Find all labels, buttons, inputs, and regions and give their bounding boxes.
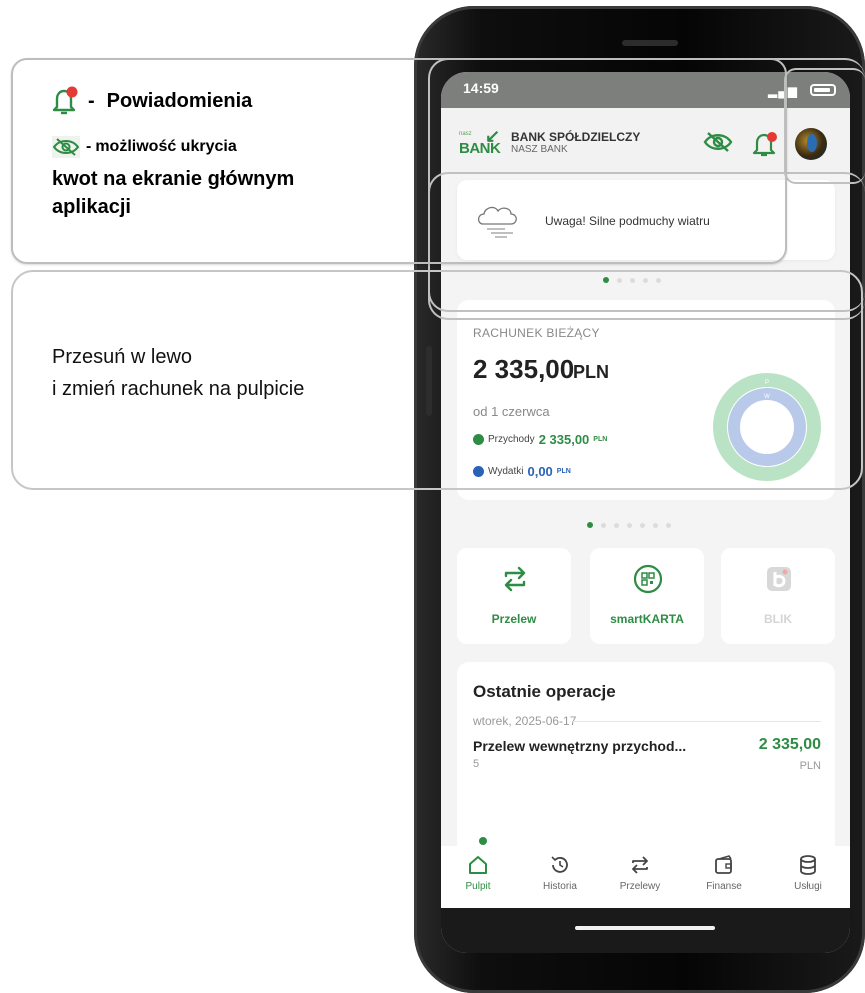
nav-uslugi[interactable]: Usługi xyxy=(773,854,843,892)
nav-label-finanse: Finanse xyxy=(706,881,742,892)
home-icon xyxy=(469,856,487,874)
transfer-tile[interactable]: Przelew xyxy=(457,548,571,644)
bottom-nav: Pulpit Historia Przelewy Finanse Usługi xyxy=(441,846,850,908)
operation-currency: PLN xyxy=(799,760,821,772)
nav-pulpit[interactable]: Pulpit xyxy=(443,854,513,892)
annotation-hide-line3: aplikacji xyxy=(52,196,131,218)
operation-amount: 2 335,00 xyxy=(758,736,821,753)
quick-actions: Przelew smartKARTA BLIK xyxy=(457,548,835,644)
speaker xyxy=(622,40,678,46)
transfer-icon xyxy=(632,856,648,874)
date-divider xyxy=(573,721,821,722)
annotation-hide-dash: - xyxy=(86,138,92,155)
account-pager xyxy=(587,520,671,530)
annotation-notifications: - Powiadomienia xyxy=(52,86,252,116)
history-icon xyxy=(551,856,568,873)
annotation-swipe-line2: i zmień rachunek na pulpicie xyxy=(52,378,305,400)
qr-icon xyxy=(633,564,663,594)
blik-tile-label: BLIK xyxy=(764,612,792,626)
annotation-hide-label: możliwość ukrycia xyxy=(95,138,237,155)
transfer-icon xyxy=(504,566,526,592)
home-indicator-area xyxy=(441,908,850,953)
wallet-icon xyxy=(715,855,732,874)
annotation-hide-line2: kwot na ekranie głównym xyxy=(52,168,295,190)
blik-tile[interactable]: BLIK xyxy=(721,548,835,644)
smartkarta-tile-label: smartKARTA xyxy=(610,612,684,626)
home-indicator[interactable] xyxy=(575,926,715,930)
operation-date: wtorek, 2025-06-17 xyxy=(473,714,577,728)
operation-title[interactable]: Przelew wewnętrzny przychod... xyxy=(473,738,686,754)
scroll-indicator xyxy=(479,837,487,845)
nav-finanse[interactable]: Finanse xyxy=(689,854,759,892)
smartkarta-tile[interactable]: smartKARTA xyxy=(590,548,704,644)
transfer-tile-label: Przelew xyxy=(491,612,537,626)
operation-subtitle: 5 xyxy=(473,758,480,770)
highlight-header-icons xyxy=(784,68,865,184)
annotation-notifications-dash: - xyxy=(88,89,95,112)
nav-historia[interactable]: Historia xyxy=(525,854,595,892)
annotation-hide-amounts: - możliwość ukrycia xyxy=(52,136,237,158)
nav-label-uslugi: Usługi xyxy=(794,881,822,892)
nav-label-pulpit: Pulpit xyxy=(465,881,491,892)
nav-label-przelewy: Przelewy xyxy=(619,881,661,892)
nav-przelewy[interactable]: Przelewy xyxy=(605,854,675,892)
bell-icon xyxy=(52,86,78,115)
blik-icon xyxy=(767,567,791,591)
annotation-swipe-line1: Przesuń w lewo xyxy=(52,346,193,368)
nav-label-historia: Historia xyxy=(543,881,577,892)
annotation-notifications-label: Powiadomienia xyxy=(106,89,253,112)
recent-operations-title: Ostatnie operacje xyxy=(473,682,616,701)
database-icon xyxy=(800,855,816,875)
eye-off-icon xyxy=(52,136,80,158)
